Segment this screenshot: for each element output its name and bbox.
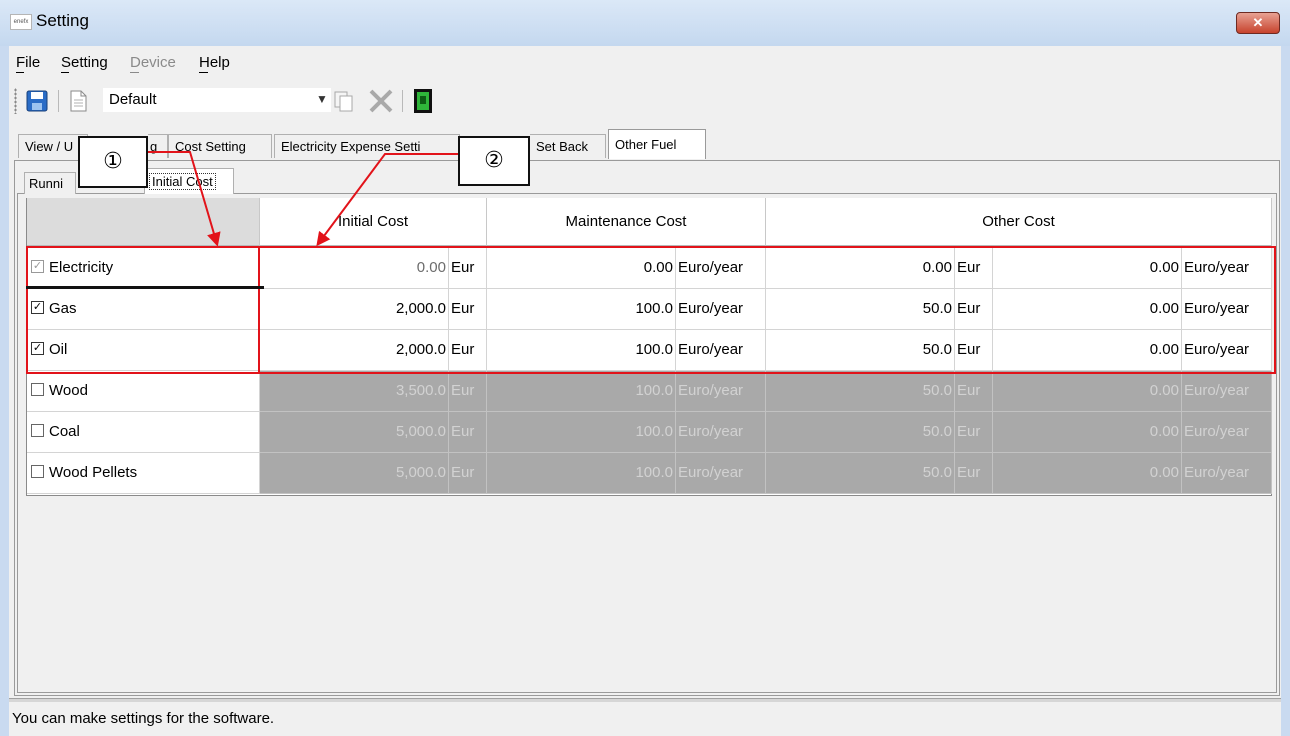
other-cost-unit[interactable]: Eur [955, 412, 993, 453]
copy-icon[interactable] [333, 89, 355, 113]
toolbar-separator [58, 90, 59, 112]
mnemonic-underline [130, 72, 139, 73]
fuel-name-cell[interactable]: Wood Pellets [27, 453, 260, 494]
maintenance-cost-value[interactable]: 100.0 [487, 453, 676, 494]
other-cost-2-value[interactable]: 0.00 [993, 453, 1182, 494]
fuel-checkbox[interactable] [31, 464, 44, 478]
maintenance-cost-value[interactable]: 100.0 [487, 412, 676, 453]
title-bar [0, 0, 1290, 47]
other-cost-2-unit[interactable]: Euro/year [1182, 453, 1272, 494]
other-cost-value[interactable]: 50.0 [766, 453, 955, 494]
menu-file[interactable]: File [16, 54, 40, 71]
tab-cost-setting[interactable]: Cost Setting [168, 134, 272, 158]
current-cell-indicator [26, 286, 264, 289]
menu-help[interactable]: Help [199, 54, 230, 71]
window-title: Setting [36, 11, 89, 30]
annotation-box-values [258, 246, 1276, 374]
subtab-running-cost[interactable]: Runni [24, 172, 76, 194]
status-text: You can make settings for the software. [12, 710, 275, 727]
column-header-initial-cost[interactable]: Initial Cost [260, 198, 487, 246]
initial-cost-value[interactable]: 5,000.0 [260, 453, 449, 494]
mnemonic-underline [199, 72, 208, 73]
annotation-callout-1: ① [78, 136, 148, 188]
close-button[interactable]: ✕ [1236, 12, 1280, 34]
tab-electricity-expense-setting[interactable]: Electricity Expense Setti [274, 134, 460, 158]
subtab-initial-cost[interactable]: Initial Cost [144, 168, 234, 194]
other-cost-2-value[interactable]: 0.00 [993, 412, 1182, 453]
fuel-name-cell[interactable]: Coal [27, 412, 260, 453]
device-icon[interactable] [412, 88, 434, 114]
initial-cost-unit[interactable]: Eur [449, 453, 487, 494]
initial-cost-value[interactable]: 3,500.0 [260, 371, 449, 412]
annotation-box-fuel-names [26, 246, 260, 374]
menu-setting[interactable]: Setting [61, 54, 108, 71]
menu-device[interactable]: Device [130, 54, 176, 71]
profile-select[interactable]: Default [103, 88, 331, 112]
chevron-down-icon[interactable]: ▼ [316, 92, 328, 106]
mnemonic-underline [16, 72, 24, 73]
other-cost-value[interactable]: 50.0 [766, 412, 955, 453]
other-cost-unit[interactable]: Eur [955, 371, 993, 412]
annotation-callout-2: ② [458, 136, 530, 186]
other-cost-2-value[interactable]: 0.00 [993, 371, 1182, 412]
fuel-checkbox[interactable] [31, 382, 44, 396]
app-icon: enefx [10, 14, 32, 30]
toolbar-separator [402, 90, 403, 112]
other-cost-value[interactable]: 50.0 [766, 371, 955, 412]
initial-cost-unit[interactable]: Eur [449, 371, 487, 412]
column-header-maintenance-cost[interactable]: Maintenance Cost [487, 198, 766, 246]
fuel-checkbox[interactable] [31, 423, 44, 437]
mnemonic-underline [61, 72, 69, 73]
other-cost-2-unit[interactable]: Euro/year [1182, 371, 1272, 412]
fuel-name-cell[interactable]: Wood [27, 371, 260, 412]
tab-view-unit-setting-tail[interactable]: g [148, 134, 168, 158]
profile-select-value: Default [109, 91, 157, 108]
subtab-initial-cost-label: Initial Cost [149, 173, 216, 190]
fuel-name-label: Wood Pellets [49, 464, 138, 481]
save-icon[interactable] [25, 89, 49, 113]
initial-cost-value[interactable]: 5,000.0 [260, 412, 449, 453]
initial-cost-unit[interactable]: Eur [449, 412, 487, 453]
maintenance-cost-unit[interactable]: Euro/year [676, 412, 766, 453]
other-cost-unit[interactable]: Eur [955, 453, 993, 494]
toolbar-grip[interactable] [14, 88, 17, 114]
other-cost-2-unit[interactable]: Euro/year [1182, 412, 1272, 453]
fuel-name-label: Coal [49, 423, 80, 440]
grid-corner-header [27, 198, 260, 246]
maintenance-cost-value[interactable]: 100.0 [487, 371, 676, 412]
column-header-other-cost[interactable]: Other Cost [766, 198, 1272, 246]
fuel-name-label: Wood [49, 382, 88, 399]
maintenance-cost-unit[interactable]: Euro/year [676, 453, 766, 494]
maintenance-cost-unit[interactable]: Euro/year [676, 371, 766, 412]
new-document-icon[interactable] [66, 89, 90, 113]
window-frame-right [1281, 46, 1290, 736]
tab-set-back[interactable]: Set Back [530, 134, 606, 158]
delete-icon[interactable] [367, 88, 395, 114]
tab-other-fuel[interactable]: Other Fuel [608, 129, 706, 159]
window-frame-left [0, 46, 9, 736]
